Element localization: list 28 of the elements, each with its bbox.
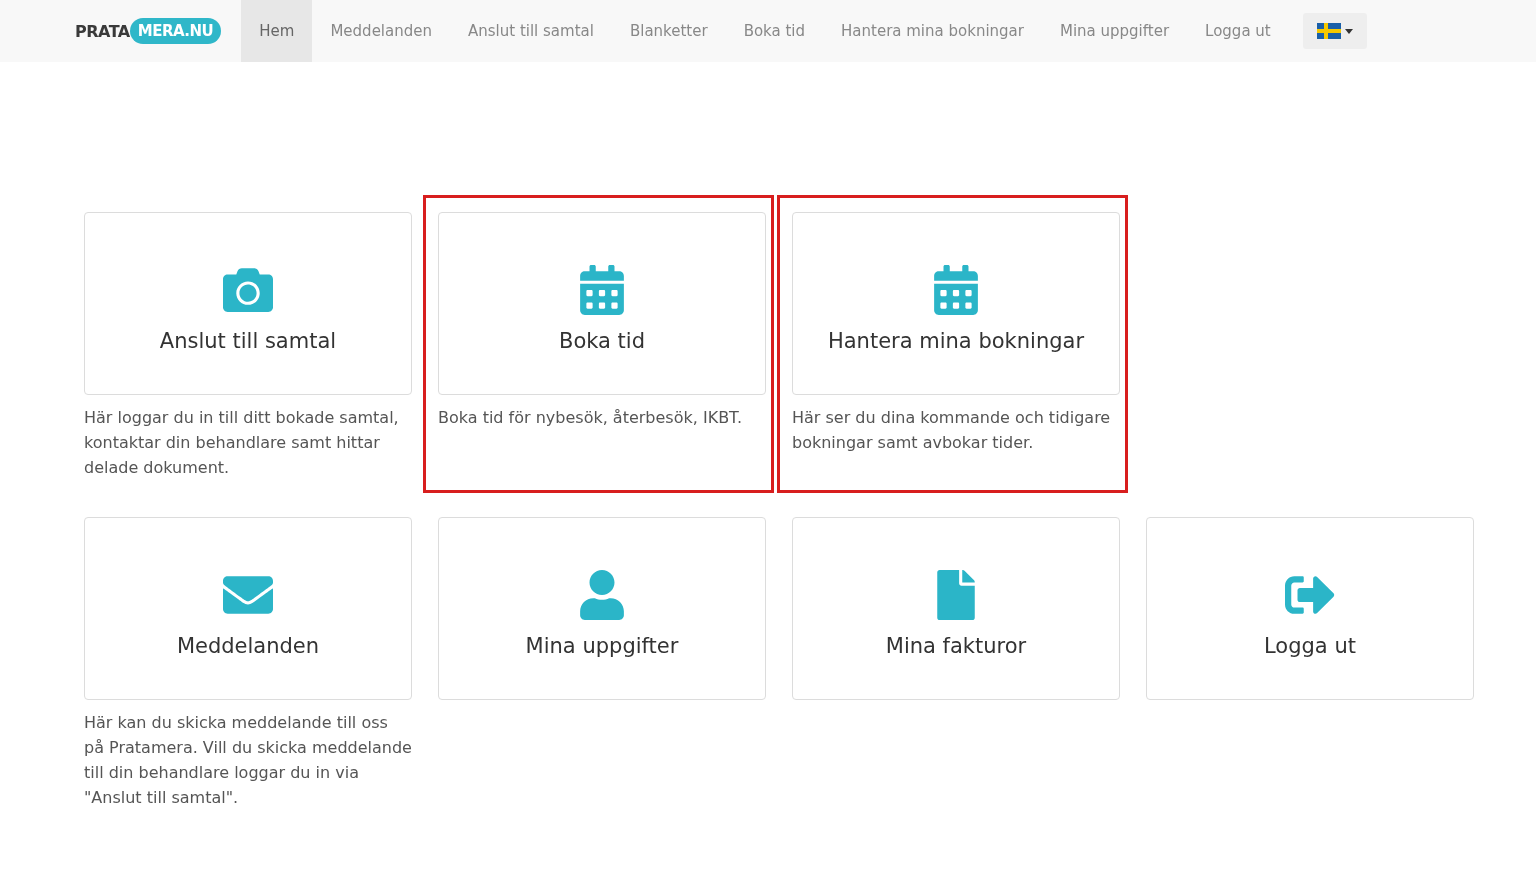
tile-card[interactable]: Hantera mina bokningar bbox=[792, 212, 1120, 395]
tile-title: Mina fakturor bbox=[885, 633, 1027, 658]
tile-description: Boka tid för nybesök, återbesök, IKBT. bbox=[438, 407, 744, 429]
nav-link[interactable]: Boka tid bbox=[725, 0, 824, 62]
nav-link[interactable]: Blanketter bbox=[611, 0, 726, 62]
nav-link[interactable]: Anslut till samtal bbox=[450, 0, 612, 62]
tile-title: Mina uppgifter bbox=[525, 633, 679, 658]
tile-title: Anslut till samtal bbox=[159, 328, 337, 353]
nav-link[interactable]: Mina uppgifter bbox=[1041, 0, 1188, 62]
tile-card[interactable]: Mina fakturor bbox=[792, 517, 1120, 700]
tile-title: Logga ut bbox=[1264, 633, 1356, 658]
tile-title: Hantera mina bokningar bbox=[827, 328, 1085, 353]
nav-link[interactable]: Meddelanden bbox=[312, 0, 450, 62]
tile-description: Här kan du skicka meddelande till oss på Pratamera. Vill du skicka meddelande till din behandlare loggar du in via "Anslut till samtal". bbox=[84, 712, 412, 809]
nav-link[interactable]: Hem bbox=[241, 0, 313, 62]
tile-description: Här loggar du in till ditt bokade samtal, kontaktar din behandlare samt hittar delade dokument. bbox=[84, 407, 400, 479]
tile-card[interactable]: Anslut till samtal bbox=[84, 212, 412, 395]
tile-title: Boka tid bbox=[559, 328, 645, 353]
tile-card[interactable]: Boka tid bbox=[438, 212, 766, 395]
tile-title: Meddelanden bbox=[176, 633, 320, 658]
logo-bubble: MERA.NU bbox=[129, 18, 222, 44]
tile-card[interactable]: Meddelanden bbox=[84, 517, 412, 700]
tile-description: Här ser du dina kommande och tidigare bokningar samt avbokar tider. bbox=[792, 407, 1112, 454]
nav-link[interactable]: Logga ut bbox=[1187, 0, 1289, 62]
logo-text: PRATA bbox=[75, 21, 130, 41]
tile-card[interactable]: Logga ut bbox=[1146, 517, 1474, 700]
tile-card[interactable]: Mina uppgifter bbox=[438, 517, 766, 700]
nav-link[interactable]: Hantera mina bokningar bbox=[823, 0, 1042, 62]
